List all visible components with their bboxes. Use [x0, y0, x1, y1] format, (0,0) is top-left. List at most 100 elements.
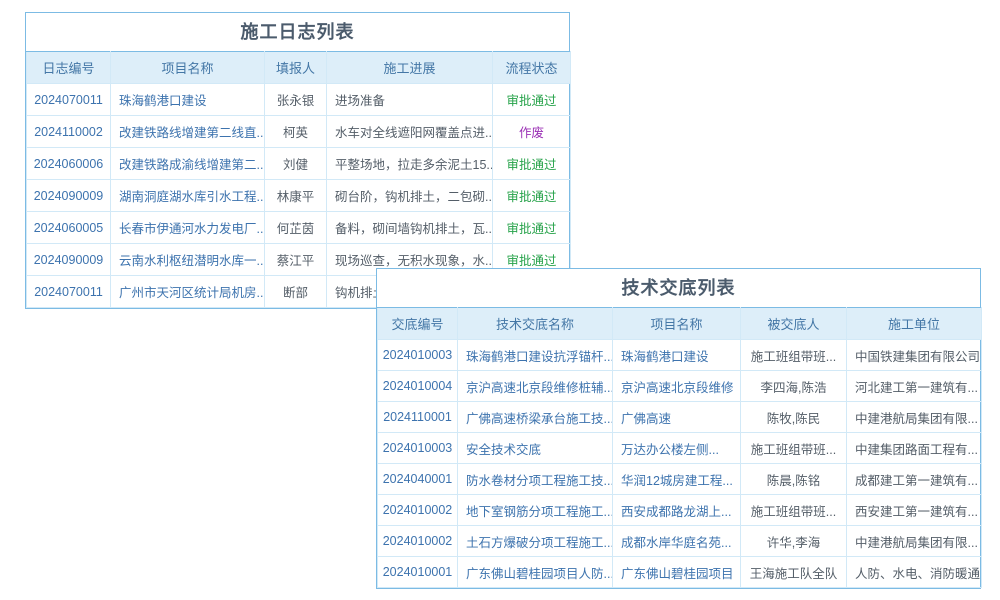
construction-unit: 中国铁建集团有限公司 [847, 340, 982, 371]
log-reporter: 刘健 [265, 148, 327, 180]
disclosed-to: 陈牧,陈民 [741, 402, 847, 433]
disclosed-to: 施工班组带班... [741, 433, 847, 464]
disclosure-id-link[interactable]: 2024010001 [378, 557, 458, 588]
log-id-link[interactable]: 2024060006 [27, 148, 111, 180]
log-row[interactable]: 2024070011 珠海鹤港口建设 张永银 进场准备 审批通过 [27, 84, 571, 116]
disclosed-to: 施工班组带班... [741, 495, 847, 526]
status-text: 作废 [519, 126, 544, 140]
log-reporter: 断部 [265, 276, 327, 308]
tech-row[interactable]: 2024010002 土石方爆破分项工程施工... 成都水岸华庭名苑... 许华… [378, 526, 982, 557]
tech-disclosure-table: 交底编号 技术交底名称 项目名称 被交底人 施工单位 2024010003 珠海… [377, 307, 982, 588]
col-construction-unit: 施工单位 [847, 308, 982, 340]
log-project-link[interactable]: 云南水利枢纽潜明水库一... [111, 244, 265, 276]
log-id-link[interactable]: 2024070011 [27, 276, 111, 308]
disclosure-id-link[interactable]: 2024010003 [378, 433, 458, 464]
log-row[interactable]: 2024090009 湖南洞庭湖水库引水工程... 林康平 砌台阶，钩机排土，二… [27, 180, 571, 212]
tech-row[interactable]: 2024010003 珠海鹤港口建设抗浮锚杆... 珠海鹤港口建设 施工班组带班… [378, 340, 982, 371]
tech-header-row: 交底编号 技术交底名称 项目名称 被交底人 施工单位 [378, 308, 982, 340]
disclosed-to: 许华,李海 [741, 526, 847, 557]
log-progress: 备料，砌间墙钩机排土，瓦... [327, 212, 493, 244]
log-progress: 平整场地，拉走多余泥土15... [327, 148, 493, 180]
tech-row[interactable]: 2024010003 安全技术交底 万达办公楼左侧... 施工班组带班... 中… [378, 433, 982, 464]
log-status-badge: 审批通过 [493, 84, 571, 116]
construction-unit: 河北建工第一建筑有... [847, 371, 982, 402]
log-status-badge: 审批通过 [493, 148, 571, 180]
disclosure-id-link[interactable]: 2024040001 [378, 464, 458, 495]
tech-project-link[interactable]: 万达办公楼左侧... [613, 433, 741, 464]
tech-project-link[interactable]: 成都水岸华庭名苑... [613, 526, 741, 557]
status-text: 审批通过 [506, 94, 556, 108]
col-progress: 施工进展 [327, 52, 493, 84]
tech-disclosure-panel: 技术交底列表 交底编号 技术交底名称 项目名称 被交底人 施工单位 202401… [376, 268, 981, 589]
log-project-link[interactable]: 广州市天河区统计局机房... [111, 276, 265, 308]
construction-unit: 中建集团路面工程有... [847, 433, 982, 464]
tech-project-link[interactable]: 京沪高速北京段维修 [613, 371, 741, 402]
log-reporter: 林康平 [265, 180, 327, 212]
disclosure-name-link[interactable]: 广东佛山碧桂园项目人防... [458, 557, 613, 588]
col-disclosure-id: 交底编号 [378, 308, 458, 340]
construction-unit: 中建港航局集团有限... [847, 526, 982, 557]
log-id-link[interactable]: 2024110002 [27, 116, 111, 148]
disclosure-id-link[interactable]: 2024110001 [378, 402, 458, 433]
tech-project-link[interactable]: 珠海鹤港口建设 [613, 340, 741, 371]
log-header-row: 日志编号 项目名称 填报人 施工进展 流程状态 [27, 52, 571, 84]
log-reporter: 张永银 [265, 84, 327, 116]
log-progress: 砌台阶，钩机排土，二包砌... [327, 180, 493, 212]
disclosed-to: 陈晨,陈铭 [741, 464, 847, 495]
disclosure-name-link[interactable]: 京沪高速北京段维修桩辅... [458, 371, 613, 402]
log-project-link[interactable]: 长春市伊通河水力发电厂... [111, 212, 265, 244]
disclosed-to: 施工班组带班... [741, 340, 847, 371]
tech-project-link[interactable]: 广东佛山碧桂园项目 [613, 557, 741, 588]
disclosure-name-link[interactable]: 广佛高速桥梁承台施工技... [458, 402, 613, 433]
construction-log-title: 施工日志列表 [26, 13, 569, 51]
log-project-link[interactable]: 改建铁路成渝线增建第二... [111, 148, 265, 180]
tech-row[interactable]: 2024040001 防水卷材分项工程施工技... 华润12城房建工程... 陈… [378, 464, 982, 495]
log-progress: 进场准备 [327, 84, 493, 116]
disclosure-name-link[interactable]: 防水卷材分项工程施工技... [458, 464, 613, 495]
log-reporter: 蔡江平 [265, 244, 327, 276]
log-project-link[interactable]: 改建铁路线增建第二线直... [111, 116, 265, 148]
tech-project-link[interactable]: 华润12城房建工程... [613, 464, 741, 495]
col-status: 流程状态 [493, 52, 571, 84]
tech-row[interactable]: 2024010004 京沪高速北京段维修桩辅... 京沪高速北京段维修 李四海,… [378, 371, 982, 402]
status-text: 审批通过 [506, 190, 556, 204]
log-project-link[interactable]: 湖南洞庭湖水库引水工程... [111, 180, 265, 212]
col-disclosure-name: 技术交底名称 [458, 308, 613, 340]
construction-unit: 西安建工第一建筑有... [847, 495, 982, 526]
log-project-link[interactable]: 珠海鹤港口建设 [111, 84, 265, 116]
log-row[interactable]: 2024060005 长春市伊通河水力发电厂... 何芷茵 备料，砌间墙钩机排土… [27, 212, 571, 244]
tech-row[interactable]: 2024010002 地下室钢筋分项工程施工... 西安成都路龙湖上... 施工… [378, 495, 982, 526]
disclosure-name-link[interactable]: 土石方爆破分项工程施工... [458, 526, 613, 557]
col-reporter: 填报人 [265, 52, 327, 84]
log-id-link[interactable]: 2024070011 [27, 84, 111, 116]
disclosure-id-link[interactable]: 2024010003 [378, 340, 458, 371]
log-row[interactable]: 2024110002 改建铁路线增建第二线直... 柯英 水车对全线遮阳网覆盖点… [27, 116, 571, 148]
tech-row[interactable]: 2024110001 广佛高速桥梁承台施工技... 广佛高速 陈牧,陈民 中建港… [378, 402, 982, 433]
disclosure-name-link[interactable]: 安全技术交底 [458, 433, 613, 464]
tech-project-link[interactable]: 西安成都路龙湖上... [613, 495, 741, 526]
log-status-badge: 审批通过 [493, 212, 571, 244]
disclosure-id-link[interactable]: 2024010004 [378, 371, 458, 402]
disclosure-name-link[interactable]: 地下室钢筋分项工程施工... [458, 495, 613, 526]
status-text: 审批通过 [506, 158, 556, 172]
construction-unit: 人防、水电、消防暖通... [847, 557, 982, 588]
disclosure-id-link[interactable]: 2024010002 [378, 526, 458, 557]
log-id-link[interactable]: 2024090009 [27, 180, 111, 212]
col-project-name: 项目名称 [613, 308, 741, 340]
status-text: 审批通过 [506, 254, 556, 268]
col-log-id: 日志编号 [27, 52, 111, 84]
disclosure-name-link[interactable]: 珠海鹤港口建设抗浮锚杆... [458, 340, 613, 371]
construction-unit: 成都建工第一建筑有... [847, 464, 982, 495]
log-id-link[interactable]: 2024060005 [27, 212, 111, 244]
log-status-badge: 审批通过 [493, 180, 571, 212]
disclosure-id-link[interactable]: 2024010002 [378, 495, 458, 526]
log-status-badge: 作废 [493, 116, 571, 148]
log-id-link[interactable]: 2024090009 [27, 244, 111, 276]
construction-unit: 中建港航局集团有限... [847, 402, 982, 433]
log-progress: 水车对全线遮阳网覆盖点进... [327, 116, 493, 148]
tech-project-link[interactable]: 广佛高速 [613, 402, 741, 433]
construction-log-panel: 施工日志列表 日志编号 项目名称 填报人 施工进展 流程状态 202407001… [25, 12, 570, 309]
log-row[interactable]: 2024060006 改建铁路成渝线增建第二... 刘健 平整场地，拉走多余泥土… [27, 148, 571, 180]
tech-row[interactable]: 2024010001 广东佛山碧桂园项目人防... 广东佛山碧桂园项目 王海施工… [378, 557, 982, 588]
log-reporter: 柯英 [265, 116, 327, 148]
